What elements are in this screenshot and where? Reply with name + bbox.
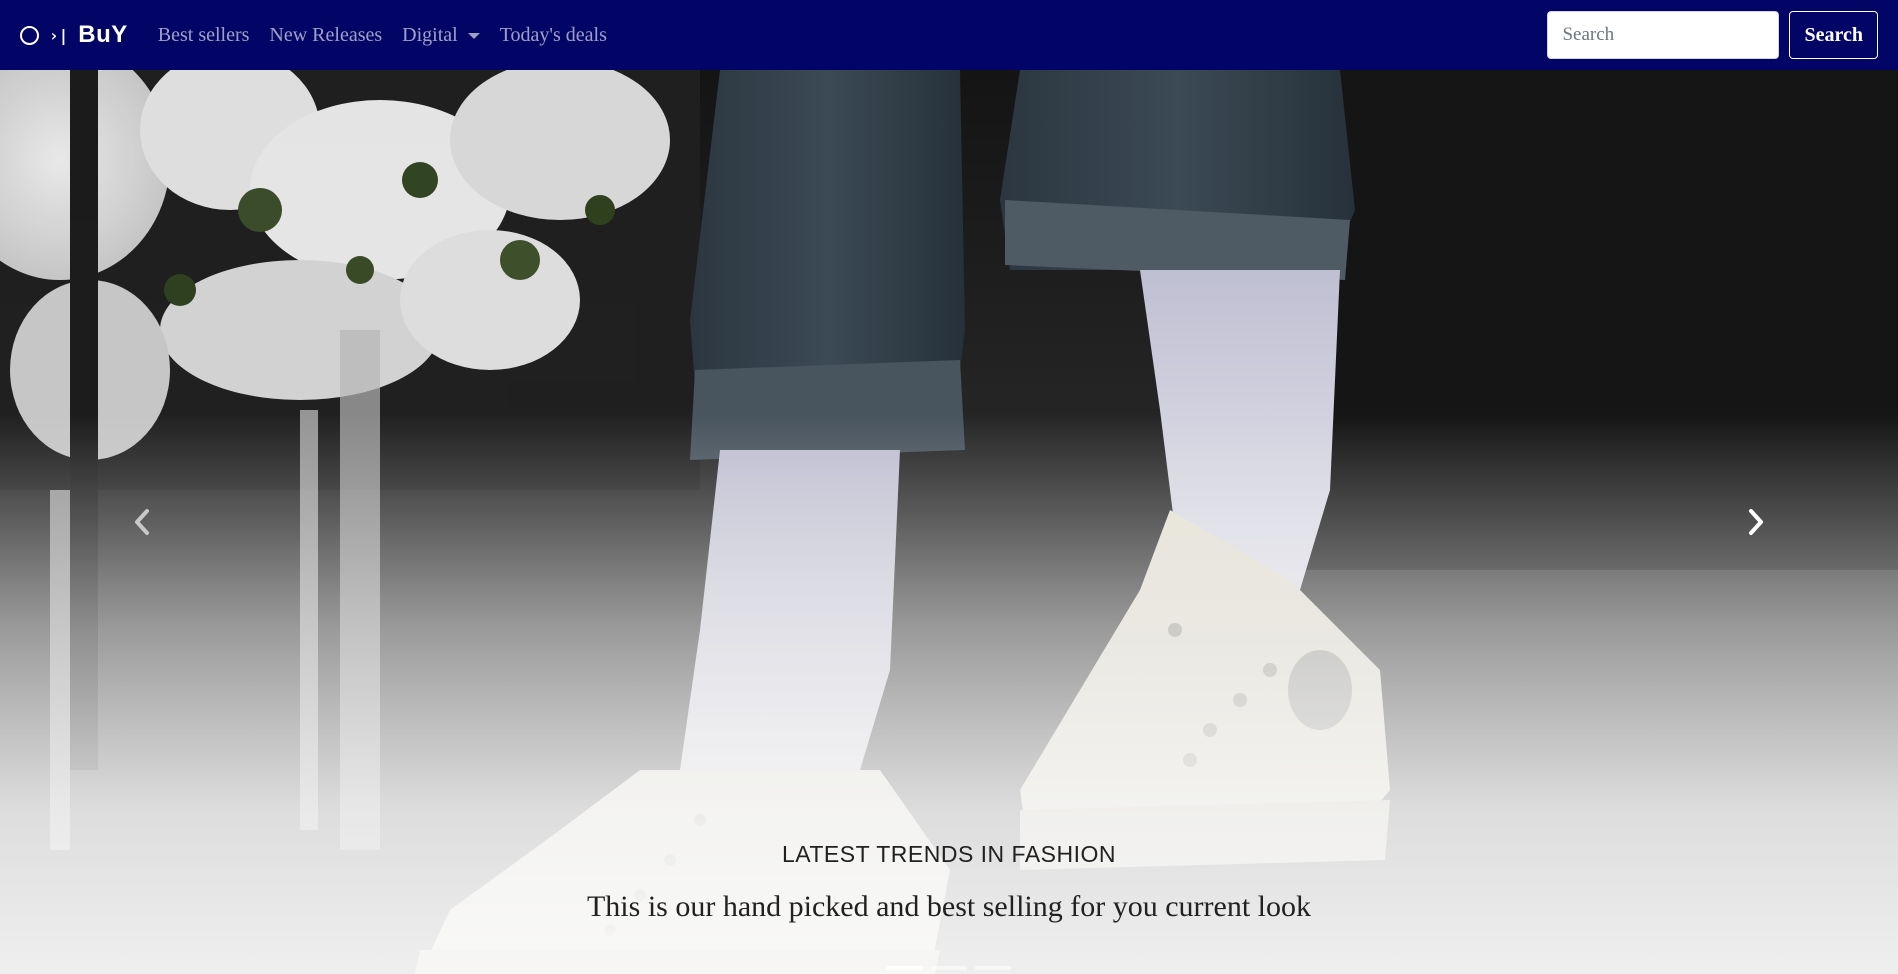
circle-icon: [20, 25, 39, 45]
nav-best-sellers[interactable]: Best sellers: [158, 24, 250, 47]
nav-new-releases[interactable]: New Releases: [269, 24, 382, 47]
carousel-indicator-1[interactable]: [887, 966, 923, 970]
search-form: Search: [1547, 11, 1878, 59]
caption-title: LATEST TRENDS IN FASHION: [781, 841, 1117, 867]
nav-todays-deals[interactable]: Today's deals: [500, 24, 607, 47]
nav-links: Best sellers New Releases Digital Today'…: [158, 24, 627, 47]
search-input[interactable]: [1547, 11, 1780, 59]
carousel-caption: LATEST TRENDS IN FASHION This is our han…: [0, 841, 1898, 924]
arrow-bar-icon: ›|: [49, 25, 69, 45]
brand-name: BuY: [78, 21, 128, 48]
carousel-prev-button[interactable]: [0, 70, 285, 974]
caption-text: This is our hand picked and best selling…: [586, 890, 1311, 923]
top-navbar: ›| BuY Best sellers New Releases Digital…: [0, 0, 1898, 70]
carousel-indicator-2[interactable]: [931, 966, 967, 970]
chevron-left-icon: [135, 509, 150, 535]
nav-digital-dropdown[interactable]: Digital: [402, 24, 480, 47]
carousel-indicator-3[interactable]: [975, 966, 1011, 970]
search-button[interactable]: Search: [1789, 11, 1878, 59]
carousel-indicators: [0, 966, 1898, 970]
nav-digital-label: Digital: [402, 23, 458, 46]
hero-carousel: LATEST TRENDS IN FASHION This is our han…: [0, 70, 1898, 974]
caret-down-icon: [467, 33, 480, 39]
chevron-right-icon: [1748, 509, 1763, 535]
carousel-next-button[interactable]: [1613, 70, 1898, 974]
brand-logo[interactable]: ›| BuY: [20, 21, 128, 49]
